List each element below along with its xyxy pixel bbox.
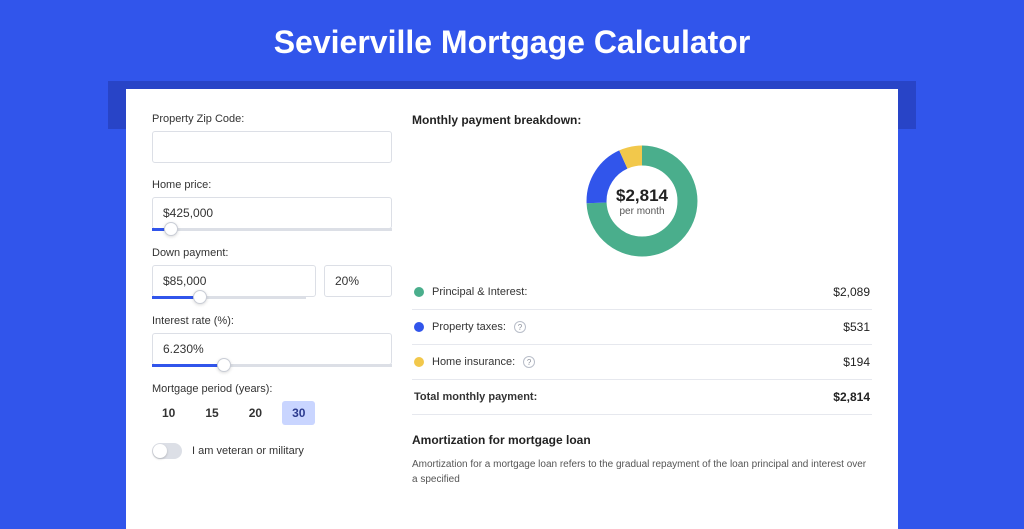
mortgage-period-label: Mortgage period (years): [152, 383, 392, 395]
zip-field-group: Property Zip Code: [152, 113, 392, 163]
home-price-label: Home price: [152, 179, 392, 191]
donut-center-amount: $2,814 [616, 186, 668, 206]
donut-center-sub: per month [619, 206, 664, 217]
page-title: Sevierville Mortgage Calculator [0, 0, 1024, 81]
zip-input[interactable] [152, 131, 392, 163]
breakdown-value: $194 [843, 355, 870, 369]
down-payment-group: Down payment: [152, 247, 392, 299]
breakdown-label: Principal & Interest: [432, 286, 527, 298]
slider-thumb[interactable] [217, 358, 231, 372]
veteran-label: I am veteran or military [192, 445, 304, 457]
period-option-15[interactable]: 15 [195, 401, 228, 425]
donut-chart-wrap: $2,814 per month [412, 135, 872, 275]
interest-rate-label: Interest rate (%): [152, 315, 392, 327]
veteran-toggle-row: I am veteran or military [152, 443, 392, 459]
zip-label: Property Zip Code: [152, 113, 392, 125]
donut-center: $2,814 per month [582, 141, 702, 261]
interest-rate-input[interactable] [152, 333, 392, 365]
down-payment-input[interactable] [152, 265, 316, 297]
mortgage-period-group: Mortgage period (years): 10 15 20 30 [152, 383, 392, 425]
period-option-10[interactable]: 10 [152, 401, 185, 425]
total-label: Total monthly payment: [414, 391, 537, 403]
down-payment-slider[interactable] [152, 296, 306, 299]
breakdown-title: Monthly payment breakdown: [412, 113, 872, 127]
toggle-knob [153, 444, 167, 458]
breakdown-row-principal: Principal & Interest: $2,089 [412, 275, 872, 309]
dot-icon [414, 287, 424, 297]
breakdown-column: Monthly payment breakdown: $2,814 per mo… [412, 113, 872, 529]
down-payment-label: Down payment: [152, 247, 392, 259]
slider-thumb[interactable] [164, 222, 178, 236]
total-value: $2,814 [833, 390, 870, 404]
calculator-card: Property Zip Code: Home price: Down paym… [126, 89, 898, 529]
period-option-20[interactable]: 20 [239, 401, 272, 425]
form-column: Property Zip Code: Home price: Down paym… [152, 113, 392, 529]
slider-thumb[interactable] [193, 290, 207, 304]
divider [412, 414, 872, 415]
breakdown-value: $2,089 [833, 285, 870, 299]
amortization-text: Amortization for a mortgage loan refers … [412, 457, 872, 487]
period-option-30[interactable]: 30 [282, 401, 315, 425]
dot-icon [414, 322, 424, 332]
interest-rate-group: Interest rate (%): [152, 315, 392, 367]
breakdown-row-insurance: Home insurance: ? $194 [412, 345, 872, 379]
breakdown-label: Home insurance: [432, 356, 515, 368]
home-price-input[interactable] [152, 197, 392, 229]
breakdown-row-taxes: Property taxes: ? $531 [412, 310, 872, 344]
help-icon[interactable]: ? [523, 356, 535, 368]
breakdown-row-total: Total monthly payment: $2,814 [412, 380, 872, 414]
interest-rate-slider[interactable] [152, 364, 392, 367]
dot-icon [414, 357, 424, 367]
help-icon[interactable]: ? [514, 321, 526, 333]
donut-chart: $2,814 per month [582, 141, 702, 261]
home-price-slider[interactable] [152, 228, 392, 231]
veteran-toggle[interactable] [152, 443, 182, 459]
breakdown-value: $531 [843, 320, 870, 334]
amortization-title: Amortization for mortgage loan [412, 433, 872, 447]
breakdown-label: Property taxes: [432, 321, 506, 333]
mortgage-period-options: 10 15 20 30 [152, 401, 392, 425]
home-price-group: Home price: [152, 179, 392, 231]
down-payment-pct-input[interactable] [324, 265, 392, 297]
